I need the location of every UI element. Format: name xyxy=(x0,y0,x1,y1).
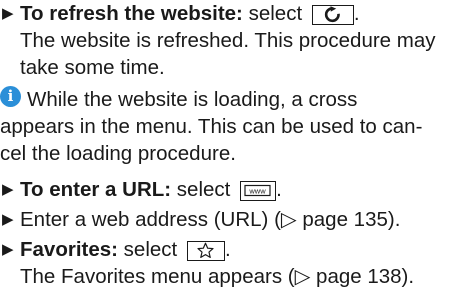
favorites-instruction: ▶ Favorites: select . The Favorites menu… xyxy=(0,236,457,290)
refresh-icon xyxy=(311,5,354,25)
refresh-heading: To refresh the website: xyxy=(20,2,243,25)
refresh-instruction: ▶ To refresh the website: select . The w… xyxy=(0,0,457,81)
favorites-heading: Favorites: xyxy=(20,238,118,261)
loading-note: i While the website is loading, a cross … xyxy=(0,86,457,167)
bullet-arrow-icon: ▶ xyxy=(2,181,14,198)
url-heading: To enter a URL: xyxy=(20,178,172,201)
bullet-arrow-icon: ▶ xyxy=(2,211,14,228)
url-instruction: ▶ To enter a URL: select www . xyxy=(0,176,457,203)
info-icon: i xyxy=(0,86,21,107)
refresh-result-line-1: The website is refreshed. This procedure… xyxy=(20,29,436,52)
bullet-arrow-icon: ▶ xyxy=(2,5,14,22)
address-instruction: ▶ Enter a web address (URL) (▷ page 135)… xyxy=(0,206,457,233)
url-period: . xyxy=(276,178,282,201)
refresh-period: . xyxy=(353,2,360,25)
address-text: Enter a web address (URL) (▷ page 135). xyxy=(20,208,401,231)
favorites-period: . xyxy=(224,238,231,261)
note-line-1: While the website is loading, a cross xyxy=(27,88,358,111)
www-icon: www xyxy=(240,181,277,201)
www-icon-label: www xyxy=(248,187,266,196)
favorites-select-text: select xyxy=(117,238,183,261)
refresh-result-line-2: take some time. xyxy=(20,56,165,79)
favorites-result: The Favorites menu appears (▷ page 138). xyxy=(20,265,415,288)
bullet-arrow-icon: ▶ xyxy=(2,241,14,258)
refresh-select-text: select xyxy=(242,2,308,25)
note-line-3: cel the loading procedure. xyxy=(0,142,236,165)
note-line-2: appears in the menu. This can be used to… xyxy=(0,115,423,138)
manual-page: ▶ To refresh the website: select . The w… xyxy=(0,0,463,292)
star-icon xyxy=(186,241,225,261)
url-select-text: select xyxy=(171,178,237,201)
